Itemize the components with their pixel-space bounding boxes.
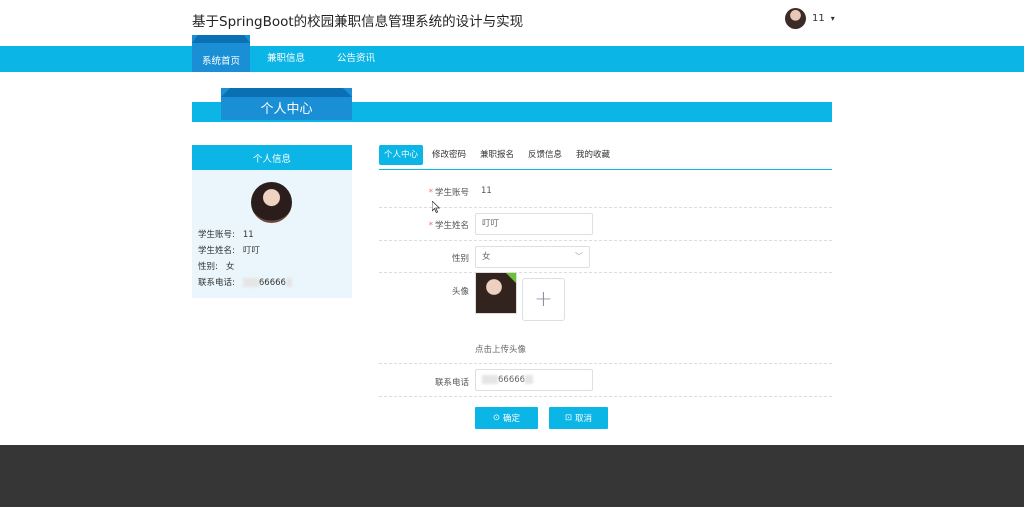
required-mark: * [428, 188, 433, 198]
account-label: * 学生账号 [379, 186, 469, 198]
tab-change-password[interactable]: 修改密码 [427, 145, 471, 165]
sidebar-gender: 性别: 女 [198, 260, 234, 272]
name-input[interactable]: 叮叮 [475, 213, 593, 235]
nav-item-home-label[interactable]: 系统首页 [202, 53, 240, 67]
page-footer [0, 445, 1024, 507]
sidebar-avatar [251, 182, 292, 223]
cancel-button[interactable]: ⊡ 取消 [549, 407, 608, 429]
tab-profile[interactable]: 个人中心 [379, 145, 424, 165]
name-label-text: 学生姓名 [434, 221, 469, 231]
nav-item-news[interactable]: 公告资讯 [337, 46, 375, 72]
plus-icon: + [534, 287, 553, 312]
tab-job-applications[interactable]: 兼职报名 [475, 145, 519, 165]
profile-sidebar: 个人信息 学生账号: 11 学生姓名: 叮叮 性别: 女 联系电话: 66666 [192, 145, 352, 298]
sidebar-name-value: 叮叮 [242, 246, 260, 256]
divider [379, 240, 832, 241]
sidebar-gender-value: 女 [225, 262, 235, 272]
main-nav: 系统首页 兼职信息 公告资讯 [0, 35, 1024, 72]
nav-item-home[interactable]: 系统首页 [192, 35, 250, 72]
sidebar-account: 学生账号: 11 [198, 228, 254, 240]
confirm-button[interactable]: ⊙ 确定 [475, 407, 538, 429]
gender-label: 性别 [451, 254, 469, 264]
sidebar-gender-label: 性别: [198, 262, 218, 272]
site-title: 基于SpringBoot的校园兼职信息管理系统的设计与实现 [192, 14, 524, 30]
upload-tip: 点击上传头像 [475, 345, 527, 355]
avatar-upload-button[interactable]: + [522, 278, 565, 321]
divider [379, 363, 832, 364]
phone-label: 联系电话 [434, 378, 469, 388]
sidebar-name-label: 学生姓名: [198, 246, 235, 256]
section-title-label: 个人中心 [260, 101, 313, 117]
divider [379, 396, 832, 397]
profile-tabs: 个人中心 修改密码 兼职报名 反馈信息 我的收藏 [379, 145, 832, 170]
gender-select[interactable]: 女 ﹀ [475, 246, 590, 268]
caret-down-icon[interactable]: ▾ [831, 14, 835, 23]
sidebar-account-label: 学生账号: [198, 230, 235, 240]
tab-feedback[interactable]: 反馈信息 [523, 145, 567, 165]
section-title: 个人中心 [221, 88, 352, 120]
redacted-mark [525, 375, 534, 384]
username[interactable]: 11 [812, 13, 825, 24]
nav-item-jobs[interactable]: 兼职信息 [267, 46, 305, 72]
chevron-down-icon: ﹀ [575, 252, 583, 261]
user-menu[interactable]: 11 ▾ [785, 8, 835, 29]
sidebar-phone-value: 66666 [258, 278, 286, 288]
top-header: 基于SpringBoot的校园兼职信息管理系统的设计与实现 11 ▾ [0, 0, 1024, 46]
sidebar-phone: 联系电话: 66666 [198, 276, 292, 288]
redacted-mark [482, 375, 498, 384]
cancel-button-label: 取消 [575, 414, 593, 424]
avatar-label: 头像 [451, 287, 469, 297]
gender-select-value: 女 [482, 252, 491, 262]
redacted-mark [285, 278, 292, 287]
account-value: 11 [481, 186, 492, 196]
required-mark: * [428, 221, 433, 231]
close-box-icon: ⊡ [564, 413, 573, 423]
tab-favorites[interactable]: 我的收藏 [571, 145, 615, 165]
divider [379, 272, 832, 273]
confirm-button-label: 确定 [503, 414, 521, 424]
phone-input[interactable]: 66666 [475, 369, 593, 391]
redacted-mark [242, 278, 259, 287]
phone-input-value: 66666 [498, 375, 526, 385]
sidebar-title: 个人信息 [192, 145, 352, 170]
account-label-text: 学生账号 [434, 188, 469, 198]
sidebar-phone-value-wrap: 66666 [242, 278, 292, 288]
user-avatar[interactable] [785, 8, 806, 29]
sidebar-account-value: 11 [242, 230, 254, 240]
mouse-cursor-icon [432, 201, 440, 213]
sidebar-phone-label: 联系电话: [198, 278, 235, 288]
check-circle-icon: ⊙ [492, 413, 501, 423]
sidebar-name: 学生姓名: 叮叮 [198, 244, 260, 256]
divider [379, 207, 832, 208]
name-label: * 学生姓名 [379, 219, 469, 231]
avatar-thumbnail [475, 272, 517, 314]
